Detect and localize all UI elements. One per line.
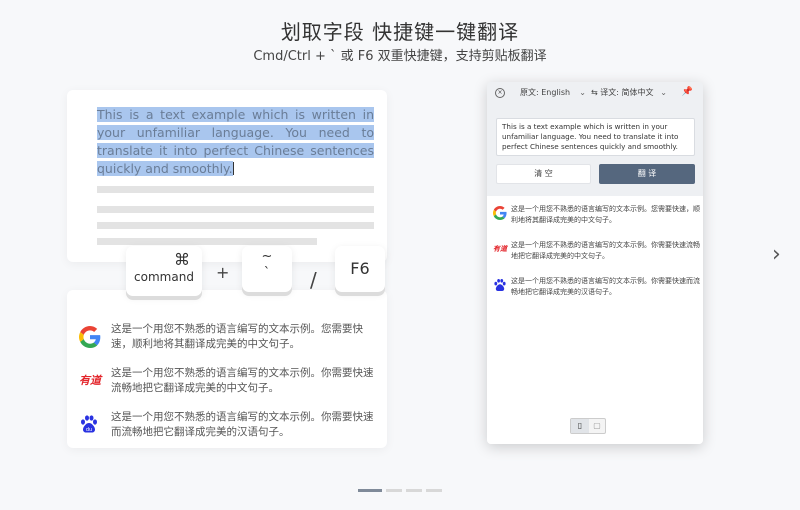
- translate-button[interactable]: 翻 译: [599, 164, 695, 184]
- page-title: 划取字段 快捷键一键翻译: [280, 20, 520, 44]
- command-key: ⌘ command: [126, 246, 202, 296]
- carousel-dot[interactable]: [426, 489, 442, 492]
- view-mode-toggle[interactable]: ▯ ▢: [570, 418, 606, 434]
- baidu-icon: du: [79, 414, 101, 436]
- f6-key: F6: [335, 246, 385, 292]
- result-item-baidu: 这是一个用您不熟悉的语言编写的文本示例。你需要快速而流畅地把它翻译成完美的汉语句…: [493, 276, 700, 306]
- result-text: 这是一个用您不熟悉的语言编写的文本示例。你需要快速而流畅地把它翻译成完美的汉语句…: [111, 411, 374, 438]
- plus-sign: +: [216, 263, 230, 282]
- copy-mode-icon[interactable]: ▯: [571, 419, 589, 433]
- translation-results-panel: 这是一个用您不熟悉的语言编写的文本示例。您需要快速，顺利地将其翻译成完美的中文句…: [487, 196, 703, 444]
- placeholder-line: [97, 222, 374, 229]
- baidu-icon: [493, 278, 507, 292]
- close-icon[interactable]: ×: [495, 88, 505, 98]
- result-text: 这是一个用您不熟悉的语言编写的文本示例。您需要快速，顺利地将其翻译成完美的中文句…: [111, 323, 363, 350]
- result-item-youdao: 有道 这是一个用您不熟悉的语言编写的文本示例。你需要快速流畅地把它翻译成完美的中…: [493, 240, 700, 270]
- result-text: 这是一个用您不熟悉的语言编写的文本示例。你需要快速流畅地把它翻译成完美的中文句子…: [111, 367, 374, 394]
- window-toolbar: × 原文: English ⌄ ⇆ 译文: 简体中文 ⌄ 📌: [487, 82, 703, 104]
- next-slide-arrow-icon[interactable]: ›: [772, 244, 781, 266]
- clear-button[interactable]: 清 空: [496, 164, 591, 184]
- pin-icon[interactable]: 📌: [682, 87, 693, 97]
- translator-window: × 原文: English ⌄ ⇆ 译文: 简体中文 ⌄ 📌 This is a…: [487, 82, 703, 444]
- chevron-down-icon: ⌄: [579, 88, 586, 97]
- google-icon: [79, 326, 101, 348]
- result-item-youdao: 有道 这是一个用您不熟悉的语言编写的文本示例。你需要快速流畅地把它翻译成完美的中…: [79, 366, 375, 400]
- backtick-label: `: [263, 266, 271, 281]
- placeholder-line: [97, 206, 374, 213]
- page-subtitle: Cmd/Ctrl + ` 或 F6 双重快捷键，支持剪贴板翻译: [253, 49, 547, 64]
- slash-separator: /: [310, 268, 317, 292]
- window-mode-icon[interactable]: ▢: [589, 419, 605, 433]
- youdao-icon: 有道: [493, 245, 507, 253]
- target-language-select[interactable]: ⇆ 译文: 简体中文 ⌄: [591, 85, 667, 101]
- carousel-dot[interactable]: [358, 489, 382, 492]
- source-language-select[interactable]: 原文: English ⌄: [520, 85, 586, 101]
- command-symbol-icon: ⌘: [174, 250, 190, 269]
- carousel-dot[interactable]: [406, 489, 422, 492]
- google-icon: [493, 206, 507, 220]
- source-language-label: 原文: English: [520, 88, 571, 97]
- result-text: 这是一个用您不熟悉的语言编写的文本示例。你需要快速流畅地把它翻译成完美的中文句子…: [511, 241, 700, 260]
- translation-results-illustration: 这是一个用您不熟悉的语言编写的文本示例。您需要快速，顺利地将其翻译成完美的中文句…: [67, 290, 387, 448]
- swap-icon[interactable]: ⇆: [591, 88, 598, 97]
- document-illustration: This is a text example which is written …: [67, 90, 387, 262]
- result-item-google: 这是一个用您不熟悉的语言编写的文本示例。您需要快速，顺利地将其翻译成完美的中文句…: [79, 322, 375, 356]
- result-item-google: 这是一个用您不熟悉的语言编写的文本示例。您需要快速，顺利地将其翻译成完美的中文句…: [493, 204, 700, 234]
- placeholder-line: [97, 238, 317, 245]
- youdao-icon: 有道: [79, 374, 101, 387]
- selected-text-sample: This is a text example which is written …: [97, 106, 374, 178]
- placeholder-line: [97, 186, 374, 193]
- target-language-label: 译文: 简体中文: [600, 88, 654, 97]
- svg-text:du: du: [86, 427, 92, 433]
- source-text-input[interactable]: This is a text example which is written …: [496, 118, 695, 156]
- command-key-label: command: [134, 270, 194, 284]
- chevron-down-icon: ⌄: [660, 88, 667, 97]
- f6-key-label: F6: [350, 259, 370, 278]
- backtick-key: ~ `: [242, 246, 292, 292]
- tilde-label: ~: [261, 249, 273, 264]
- text-selection-highlight: This is a text example which is written …: [97, 107, 374, 176]
- result-text: 这是一个用您不熟悉的语言编写的文本示例。你需要快速而流畅地把它翻译成完美的汉语句…: [511, 277, 700, 296]
- carousel-dot[interactable]: [386, 489, 402, 492]
- result-text: 这是一个用您不熟悉的语言编写的文本示例。您需要快速，顺利地将其翻译成完美的中文句…: [511, 205, 700, 224]
- result-item-baidu: du 这是一个用您不熟悉的语言编写的文本示例。你需要快速而流畅地把它翻译成完美的…: [79, 410, 375, 444]
- text-cursor: [232, 162, 234, 175]
